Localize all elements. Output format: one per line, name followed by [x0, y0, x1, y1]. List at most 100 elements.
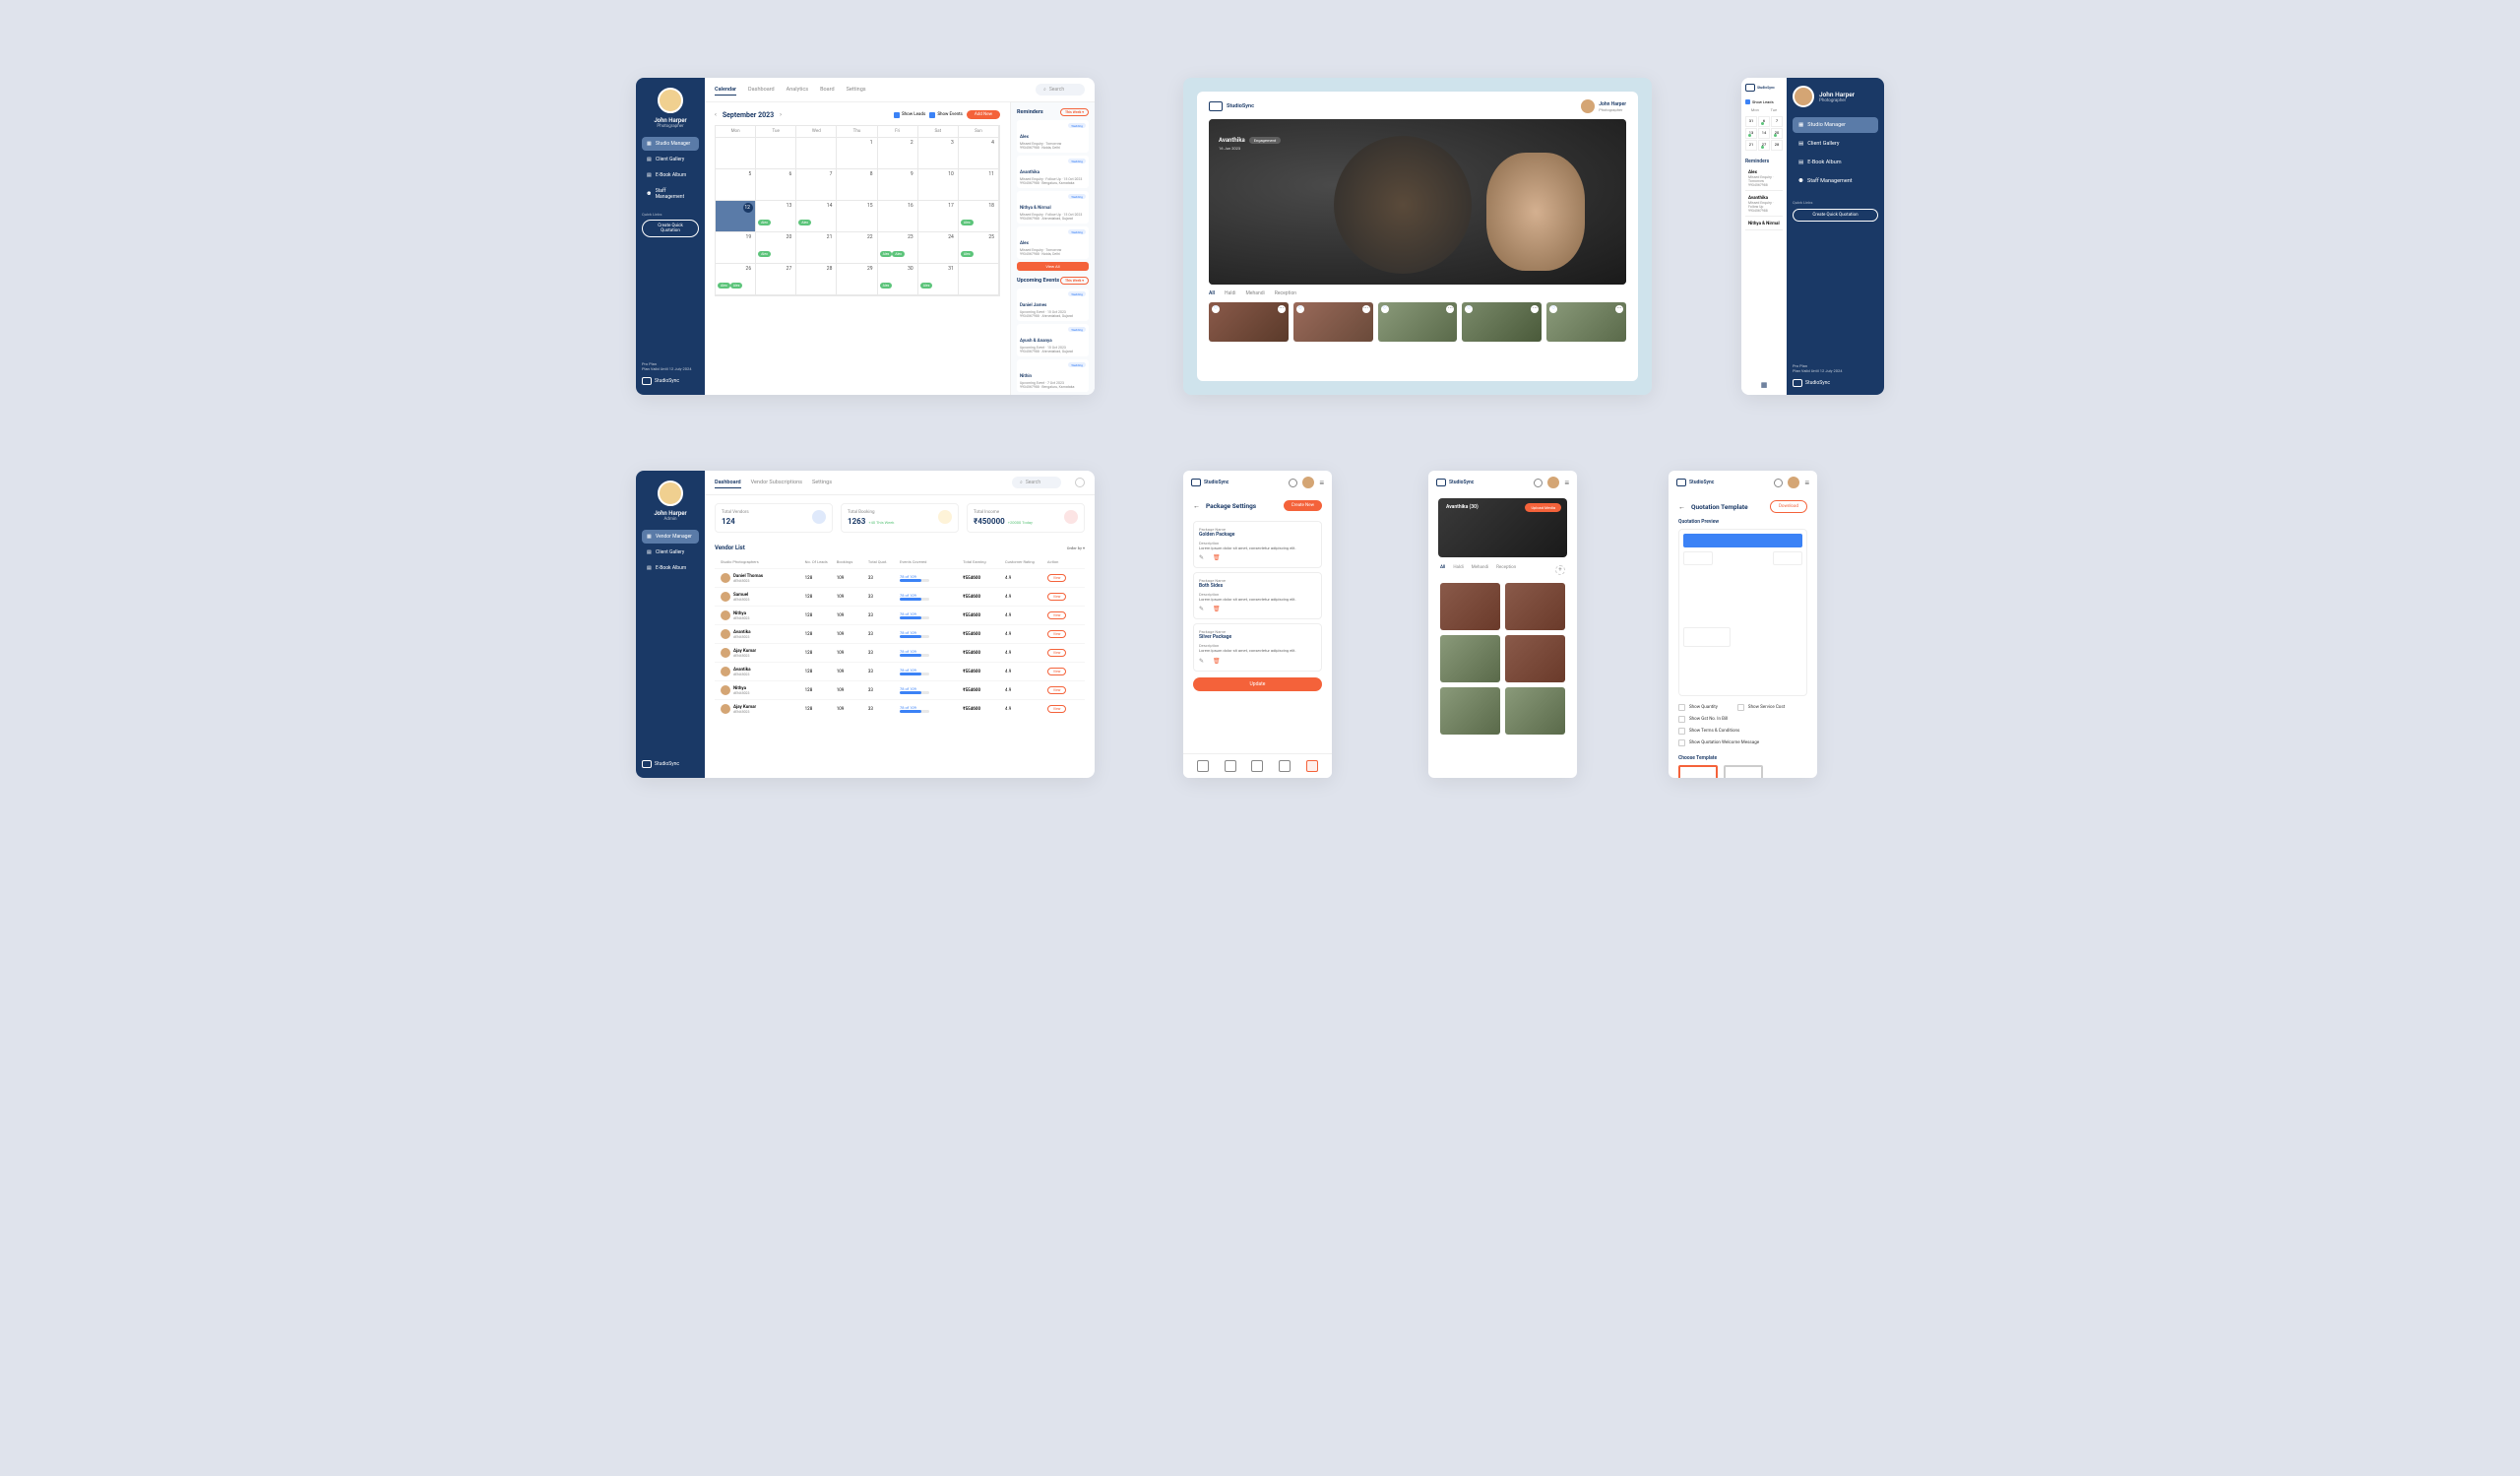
update-button[interactable]: Update	[1193, 677, 1322, 691]
reminder-item[interactable]: NithinWeddingUpcoming Event · 7 Oct 2023…	[1017, 359, 1089, 392]
calendar-cell[interactable]: 18Alex	[959, 201, 999, 232]
menu-button[interactable]: ≡	[1564, 479, 1569, 487]
menu-button[interactable]: ≡	[1804, 479, 1809, 487]
mini-cal-cell[interactable]: 31	[1745, 116, 1757, 127]
calendar-cell[interactable]: 3	[918, 138, 959, 169]
create-quotation-button[interactable]: Create Quick Quotation	[642, 220, 699, 237]
calendar-cell[interactable]: 5	[716, 169, 756, 201]
nav-studio-manager[interactable]: ▦Studio Manager	[1793, 117, 1878, 133]
reminder-item[interactable]: Nithya & Nirmal	[1745, 219, 1783, 230]
tab-mehandi[interactable]: Mehandi	[1245, 290, 1264, 296]
avatar[interactable]	[1547, 477, 1559, 488]
nav-calendar-icon[interactable]	[1197, 760, 1209, 772]
more-icon[interactable]: ⋯	[1362, 305, 1370, 313]
delete-icon[interactable]: 🗑	[1213, 658, 1221, 666]
tab-dashboard[interactable]: Dashboard	[748, 85, 775, 95]
view-button[interactable]: View	[1047, 668, 1067, 675]
order-by-dropdown[interactable]: Order by ▾	[1067, 545, 1085, 550]
thumbnail[interactable]	[1505, 583, 1565, 630]
this-week-filter[interactable]: This Week ▾	[1060, 108, 1089, 116]
calendar-cell[interactable]: 22	[837, 232, 877, 264]
back-button[interactable]: ←	[1678, 503, 1685, 511]
show-leads-checkbox[interactable]: Show Leads	[1745, 99, 1783, 104]
view-button[interactable]: View	[1047, 705, 1067, 713]
nav-client-gallery[interactable]: ▤Client Gallery	[642, 545, 699, 559]
reminder-item[interactable]: AlexWeddingMissed Enquiry · Tomorrow9934…	[1017, 226, 1089, 259]
calendar-cell[interactable]: 12	[716, 201, 756, 232]
back-button[interactable]: ←	[1193, 502, 1200, 510]
search-input[interactable]: ⌕Search	[1036, 84, 1085, 96]
thumbnail[interactable]: ♡⋯	[1378, 302, 1458, 342]
menu-button[interactable]: ≡	[1319, 479, 1324, 487]
more-icon[interactable]: ⋯	[1615, 305, 1623, 313]
more-icon[interactable]: ⋯	[1531, 305, 1539, 313]
calendar-cell[interactable]: 28	[796, 264, 837, 295]
tab-dashboard[interactable]: Dashboard	[715, 478, 741, 488]
calendar-cell[interactable]: 6	[756, 169, 796, 201]
calendar-cell[interactable]: 13Alex	[756, 201, 796, 232]
favorite-icon[interactable]: ♡	[1465, 305, 1473, 313]
calendar-icon[interactable]: ▦	[1745, 381, 1783, 389]
search-button[interactable]	[1774, 479, 1783, 487]
avatar[interactable]	[658, 88, 683, 113]
reminder-item[interactable]: AvanthikaMissed Enquiry · Follow Up99345…	[1745, 193, 1783, 217]
upcoming-filter[interactable]: This Week ▾	[1060, 277, 1089, 285]
calendar-cell[interactable]: 9	[878, 169, 918, 201]
tab-haldi[interactable]: Haldi	[1453, 565, 1463, 575]
option-checkbox[interactable]: Show Gst No. In Bill	[1678, 716, 1807, 723]
nav-client-gallery[interactable]: ▤Client Gallery	[1793, 136, 1878, 152]
view-button[interactable]: View	[1047, 593, 1067, 601]
tab-all[interactable]: All	[1209, 290, 1215, 296]
nav-grid-icon[interactable]	[1225, 760, 1236, 772]
calendar-cell[interactable]: 17	[918, 201, 959, 232]
user-chip[interactable]: John HarperPhotographer	[1793, 86, 1878, 107]
nav-settings-icon[interactable]	[1306, 760, 1318, 772]
search-button[interactable]	[1289, 479, 1297, 487]
reminder-item[interactable]: AlexMissed Enquiry · Tomorrow9934567988	[1745, 167, 1783, 191]
calendar-cell[interactable]: 21	[796, 232, 837, 264]
calendar-cell[interactable]: 14Alex	[796, 201, 837, 232]
thumbnail[interactable]	[1440, 583, 1500, 630]
nav-ebook-album[interactable]: ▤E-Book Album	[642, 561, 699, 575]
thumbnail[interactable]: ♡⋯	[1462, 302, 1542, 342]
calendar-cell[interactable]: 11	[959, 169, 999, 201]
calendar-cell[interactable]: 26AlexAlex	[716, 264, 756, 295]
next-month-button[interactable]: ›	[780, 111, 782, 118]
download-button[interactable]: Download	[1770, 500, 1807, 513]
edit-icon[interactable]: ✎	[1199, 658, 1207, 666]
nav-ebook-album[interactable]: ▤E-Book Album	[642, 168, 699, 182]
option-checkbox[interactable]: Show Quantity	[1678, 704, 1718, 711]
tab-subscriptions[interactable]: Vendor Subscriptions	[751, 478, 802, 487]
mini-cal-cell[interactable]: 14	[1758, 128, 1770, 139]
nav-staff-management[interactable]: ⚉Staff Management	[1793, 173, 1878, 189]
calendar-cell[interactable]: 4	[959, 138, 999, 169]
option-checkbox[interactable]: Show Service Cost	[1737, 704, 1785, 711]
tab-reception[interactable]: Reception	[1275, 290, 1296, 296]
view-button[interactable]: View	[1047, 649, 1067, 657]
notification-button[interactable]	[1075, 478, 1085, 487]
tab-all[interactable]: All	[1440, 565, 1445, 575]
calendar-cell[interactable]: 8	[837, 169, 877, 201]
nav-vendor-manager[interactable]: ▦Vendor Manager	[642, 530, 699, 544]
search-input[interactable]: ⌕Search	[1012, 477, 1061, 488]
nav-image-icon[interactable]	[1251, 760, 1263, 772]
tab-settings[interactable]: Settings	[847, 85, 866, 95]
delete-icon[interactable]: 🗑	[1213, 606, 1221, 613]
thumbnail[interactable]	[1505, 687, 1565, 735]
calendar-cell[interactable]: 24	[918, 232, 959, 264]
thumbnail[interactable]	[1440, 635, 1500, 682]
avatar[interactable]	[658, 481, 683, 506]
mini-cal-cell[interactable]: 13	[1745, 128, 1757, 139]
favorite-icon[interactable]: ♡	[1549, 305, 1557, 313]
more-icon[interactable]: ⋯	[1446, 305, 1454, 313]
reminder-item[interactable]: Ayush & AnanyaWeddingUpcoming Event · 15…	[1017, 324, 1089, 356]
reminder-item[interactable]: Nithya & NirmalWeddingMissed Enquiry · F…	[1017, 191, 1089, 224]
calendar-cell[interactable]: 30Alex	[878, 264, 918, 295]
nav-staff-management[interactable]: ⚉Staff Management	[642, 184, 699, 204]
thumbnail[interactable]: ♡⋯	[1546, 302, 1626, 342]
calendar-cell[interactable]	[959, 264, 999, 295]
mini-cal-cell[interactable]: 21	[1745, 140, 1757, 151]
avatar[interactable]	[1302, 477, 1314, 488]
tab-analytics[interactable]: Analytics	[787, 85, 808, 95]
thumbnail[interactable]: ♡⋯	[1293, 302, 1373, 342]
